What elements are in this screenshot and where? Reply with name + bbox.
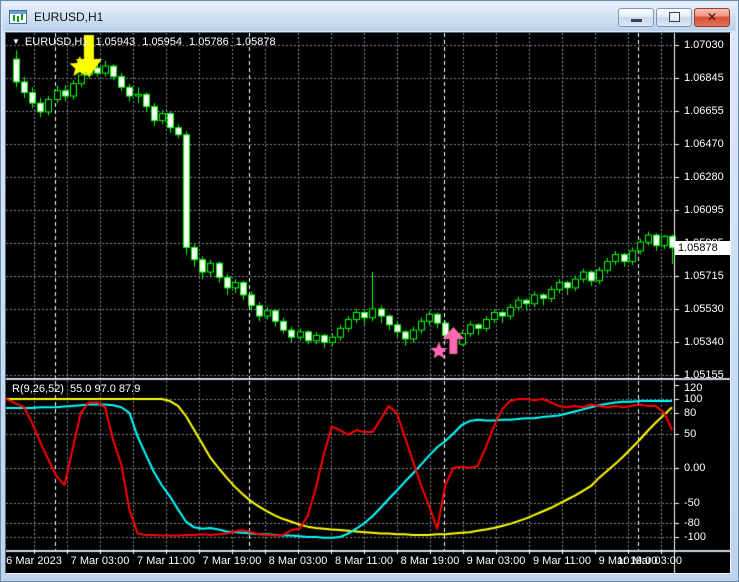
chart-window: EURUSD,H1 ✕ ▼ EURUSD,H1 1.05943 1.05954 1.05…: [0, 0, 739, 582]
time-tick-label: 10 Mar 03:00: [617, 555, 682, 567]
titlebar[interactable]: EURUSD,H1 ✕: [3, 3, 736, 31]
chart-window-icon: [9, 10, 27, 24]
indicator-tick-label: 100: [684, 393, 703, 405]
chart-symbol-label: EURUSD,H1: [24, 36, 89, 48]
indicator-tick-label: 0.00: [684, 462, 706, 474]
minimize-button[interactable]: [618, 7, 654, 27]
chart-header: ▼ EURUSD,H1 1.05943 1.05954 1.05786 1.05878: [12, 36, 276, 48]
ohlc-low: 1.05786: [189, 36, 229, 48]
indicator-tick-label: -100: [684, 531, 707, 543]
price-tick-label: 1.06470: [684, 137, 724, 150]
current-price-value: 1.05878: [678, 241, 718, 254]
indicator-name: R(9,26,52): [12, 383, 64, 395]
window-title: EURUSD,H1: [34, 10, 104, 24]
price-tick-label: 1.07030: [684, 39, 724, 51]
indicator-header: R(9,26,52) 55.0 97.0 87.9: [12, 383, 140, 395]
indicator-tick-label: -80: [684, 517, 700, 530]
restore-icon: [668, 12, 680, 22]
price-tick-label: 1.06655: [684, 105, 724, 117]
price-tick-label: 1.06845: [684, 71, 724, 84]
price-tick-label: 1.06280: [684, 171, 724, 183]
price-tick-label: 1.05155: [684, 369, 724, 381]
ohlc-high: 1.05954: [142, 36, 183, 48]
window-controls: ✕: [618, 7, 736, 27]
minimize-icon: [630, 19, 642, 22]
current-price-box: 1.05878: [675, 240, 730, 255]
close-button[interactable]: ✕: [694, 7, 730, 27]
ohlc-close: 1.05878: [235, 36, 276, 48]
indicator-tick-label: 80: [684, 406, 697, 419]
price-tick-label: 1.05715: [684, 270, 724, 283]
chart-canvas[interactable]: [6, 33, 730, 573]
ohlc-open: 1.05943: [95, 36, 136, 48]
chart-client-area: ▼ EURUSD,H1 1.05943 1.05954 1.05786 1.05878 R…: [5, 32, 731, 574]
indicator-tick-label: -50: [684, 496, 700, 509]
indicator-values: 55.0 97.0 87.9: [69, 383, 141, 395]
chevron-down-icon[interactable]: ▼: [12, 37, 20, 46]
indicator-tick-label: 50: [684, 427, 697, 440]
price-tick-label: 1.05340: [684, 336, 724, 349]
price-tick-label: 1.05530: [684, 303, 724, 315]
price-tick-label: 1.06095: [684, 203, 724, 216]
restore-button[interactable]: [656, 7, 692, 27]
